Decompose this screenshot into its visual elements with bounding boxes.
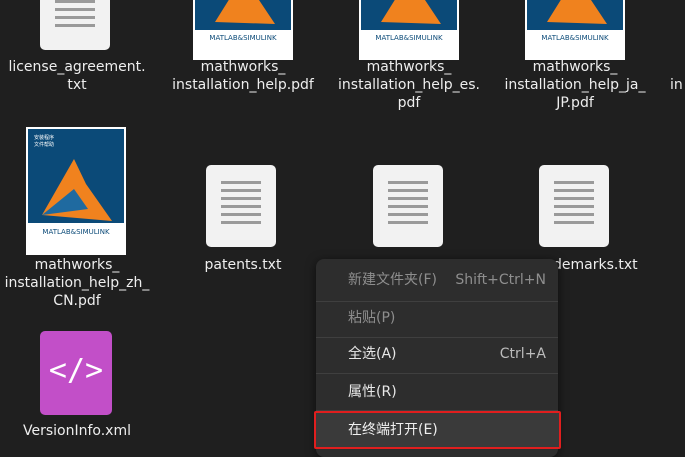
svg-text:安装程序: 安装程序 (34, 134, 54, 141)
file-name: mathworks_ installation_help_zh_ CN.pdf (4, 257, 150, 309)
file-name: mathworks_ installation_help.pdf (172, 59, 314, 93)
svg-text:MATLAB&SIMULINK: MATLAB&SIMULINK (541, 34, 609, 42)
file-name: mathworks_ installation_help_es. pdf (338, 59, 480, 111)
svg-text:MATLAB&SIMULINK: MATLAB&SIMULINK (209, 34, 277, 42)
pdf-thumbnail-icon: 安装程序 文件帮助 MATLAB&SIMULINK (26, 127, 126, 255)
pdf-thumbnail-icon: MATLAB&SIMULINK (359, 0, 459, 60)
text-file-icon (206, 165, 276, 247)
menu-item-new-folder[interactable]: 新建文件夹(F) Shift+Ctrl+N (316, 262, 558, 298)
pdf-thumbnail-icon: MATLAB&SIMULINK (525, 0, 625, 60)
menu-item-paste[interactable]: 粘贴(P) (316, 300, 558, 336)
file-name-partial: in (670, 77, 683, 93)
menu-item-label: 在终端打开(E) (348, 422, 438, 438)
file-name: license_agreement. txt (8, 59, 146, 93)
menu-item-open-in-terminal[interactable]: 在终端打开(E) (314, 411, 561, 449)
svg-text:文件帮助: 文件帮助 (34, 141, 54, 148)
file-name: mathworks_ installation_help_ja_ JP.pdf (504, 59, 646, 111)
file-name: demarks.txt (553, 257, 638, 273)
xml-file-icon: </> (40, 331, 112, 415)
file-name: patents.txt (204, 257, 282, 273)
text-file-icon (539, 165, 609, 247)
svg-text:MATLAB&SIMULINK: MATLAB&SIMULINK (375, 34, 443, 42)
text-file-icon (40, 0, 110, 50)
file-name: VersionInfo.xml (23, 423, 131, 439)
svg-text:MATLAB&SIMULINK: MATLAB&SIMULINK (42, 228, 110, 236)
menu-item-select-all[interactable]: 全选(A) Ctrl+A (316, 336, 558, 372)
text-file-icon (373, 165, 443, 247)
pdf-thumbnail-icon: MATLAB&SIMULINK (193, 0, 293, 60)
menu-item-properties[interactable]: 属性(R) (316, 374, 558, 410)
